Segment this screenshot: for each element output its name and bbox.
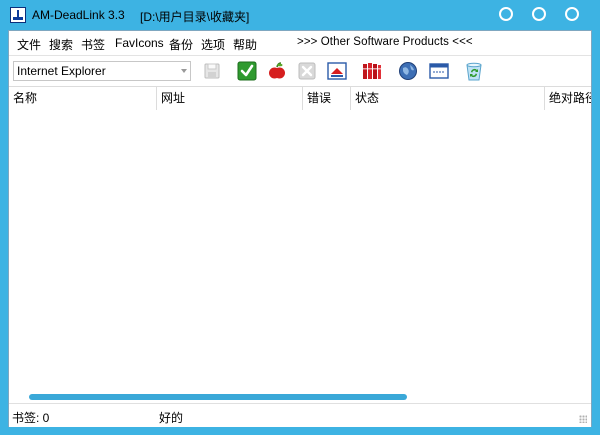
status-bar: 书签: 0 好的 <box>9 403 591 427</box>
upload-button[interactable] <box>326 60 348 82</box>
title-bar[interactable]: AM-DeadLink 3.3 [D:\用户目录\收藏夹] <box>0 0 600 30</box>
menu-bookmarks[interactable]: 书签 <box>81 36 105 53</box>
app-window: AM-DeadLink 3.3 [D:\用户目录\收藏夹] 文件 搜索 书签 F… <box>0 0 600 435</box>
upload-icon <box>327 62 347 80</box>
app-logo-icon <box>10 7 26 23</box>
horizontal-scrollbar[interactable] <box>29 394 407 400</box>
column-header-error[interactable]: 错误 <box>303 87 351 110</box>
apple-icon <box>269 62 285 79</box>
bookmark-count: 书签: 0 <box>12 411 50 425</box>
bookmarks-button[interactable] <box>361 60 383 82</box>
menu-backup[interactable]: 备份 <box>169 36 193 53</box>
column-header-url[interactable]: 网址 <box>157 87 303 110</box>
check-icon <box>237 61 257 81</box>
column-header-absolute-path[interactable]: 绝对路径 <box>545 87 591 110</box>
favorites-path: [D:\用户目录\收藏夹] <box>140 10 250 24</box>
globe-icon <box>399 62 417 80</box>
check-links-button[interactable] <box>236 60 258 82</box>
menu-help[interactable]: 帮助 <box>233 36 257 53</box>
menu-search[interactable]: 搜索 <box>49 36 73 53</box>
menu-bar: 文件 搜索 书签 FavIcons 备份 选项 帮助 >>> Other Sof… <box>9 31 591 56</box>
window-button[interactable] <box>428 60 450 82</box>
other-software-products-link[interactable]: >>> Other Software Products <<< <box>297 36 473 48</box>
save-icon <box>204 63 220 79</box>
resize-grip-icon[interactable] <box>579 415 587 423</box>
apple-button[interactable] <box>266 60 288 82</box>
bookmark-list-header: 名称 网址 错误 状态 绝对路径 <box>9 86 591 111</box>
window-icon <box>429 63 449 79</box>
delete-icon <box>298 62 316 80</box>
window-title: AM-DeadLink 3.3 <box>32 8 125 22</box>
maximize-button[interactable] <box>532 7 546 21</box>
browser-select[interactable]: Internet Explorer <box>13 61 191 81</box>
bookmark-list[interactable] <box>9 110 591 396</box>
minimize-button[interactable] <box>499 7 513 21</box>
save-button[interactable] <box>201 60 223 82</box>
delete-button[interactable] <box>296 60 318 82</box>
column-header-name[interactable]: 名称 <box>9 87 157 110</box>
status-text: 好的 <box>159 411 184 425</box>
menu-favicons[interactable]: FavIcons <box>115 36 164 50</box>
menu-options[interactable]: 选项 <box>201 36 225 53</box>
bookmarks-icon <box>363 63 381 79</box>
close-button[interactable] <box>565 7 579 21</box>
menu-file[interactable]: 文件 <box>17 36 41 53</box>
recycle-icon <box>466 62 482 81</box>
recycle-button[interactable] <box>463 60 485 82</box>
main-panel: 文件 搜索 书签 FavIcons 备份 选项 帮助 >>> Other Sof… <box>8 30 592 427</box>
browser-select-value: Internet Explorer <box>17 64 106 78</box>
column-header-status[interactable]: 状态 <box>351 87 545 110</box>
toolbar: Internet Explorer <box>9 56 591 86</box>
globe-button[interactable] <box>397 60 419 82</box>
chevron-down-icon <box>181 69 187 73</box>
